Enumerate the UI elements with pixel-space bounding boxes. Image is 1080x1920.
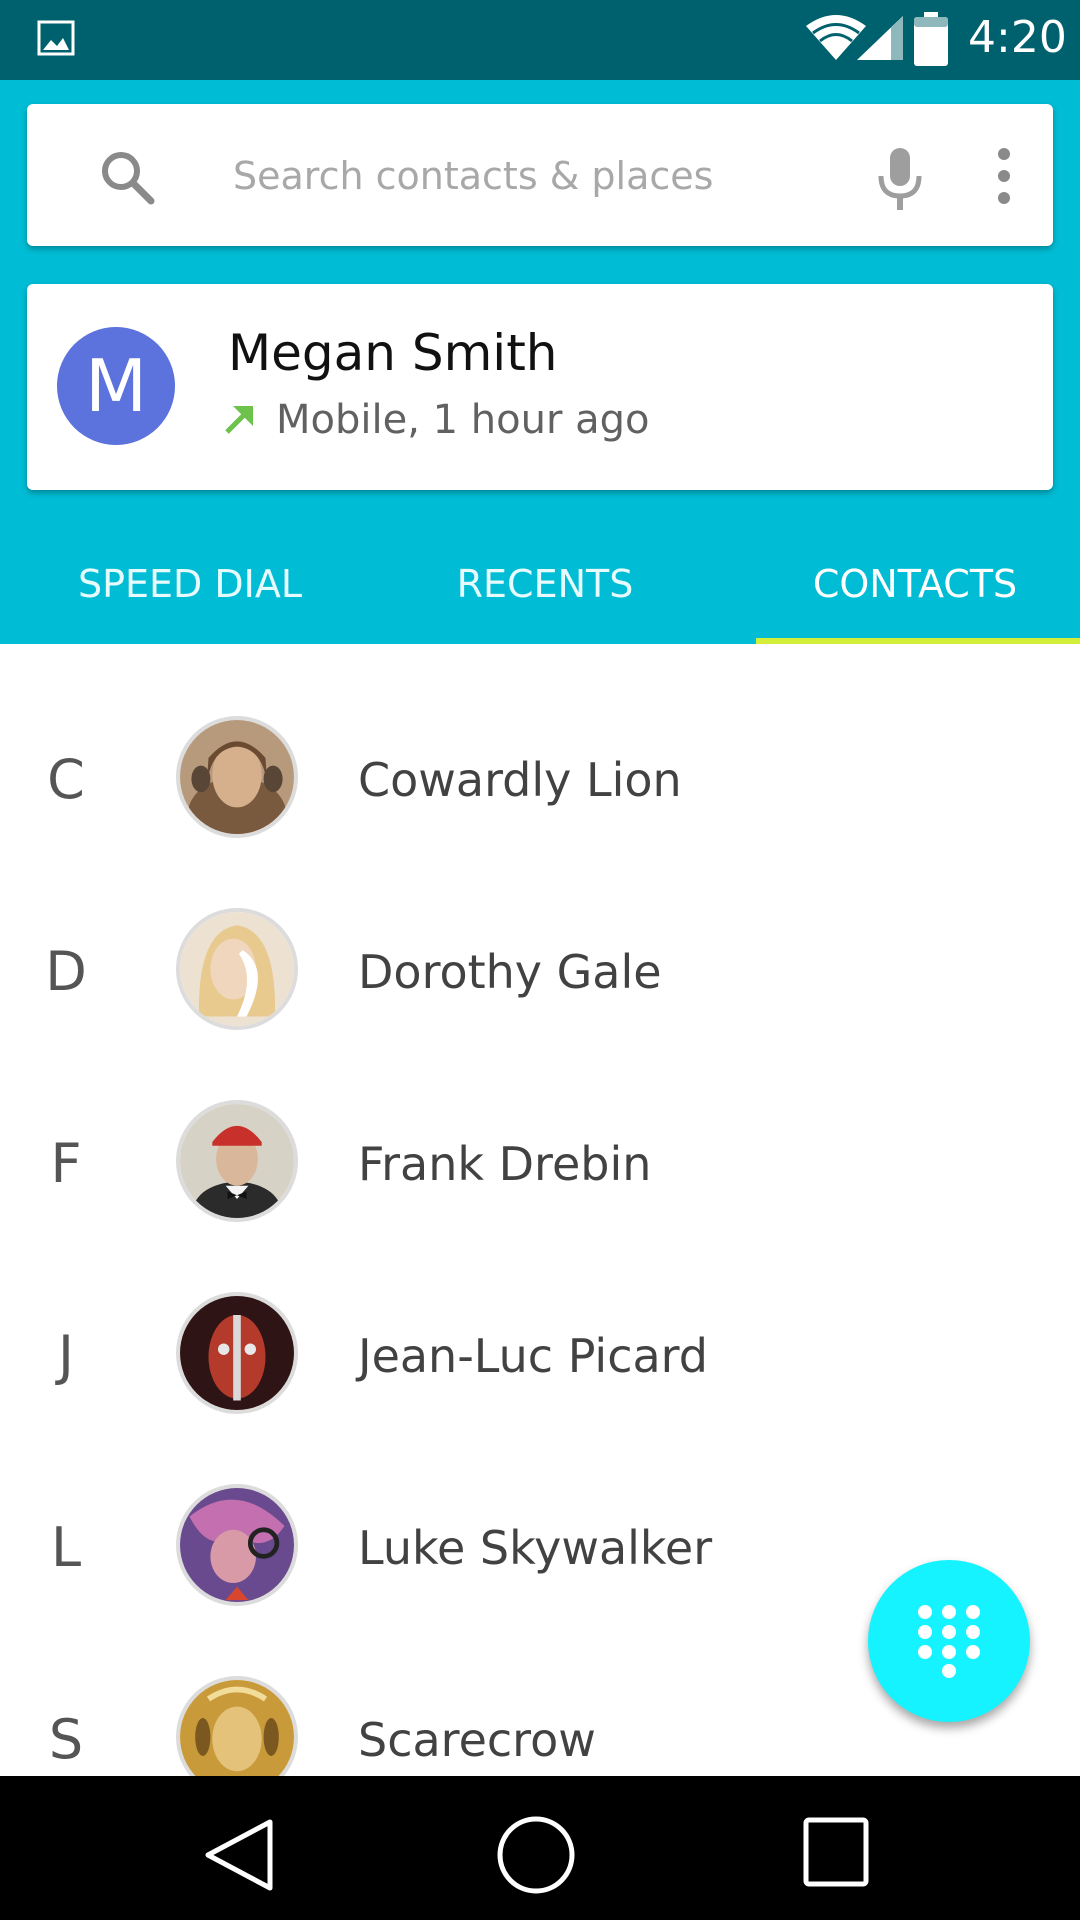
tab-recents[interactable]: RECENTS — [370, 530, 720, 644]
contact-photo — [176, 908, 298, 1030]
contact-row[interactable]: J Jean-Luc Picard — [0, 1260, 1080, 1452]
section-letter: L — [50, 1516, 82, 1579]
section-letter: S — [48, 1708, 84, 1771]
contact-row[interactable]: C Cowardly Lion — [0, 684, 1080, 876]
signal-icon — [857, 16, 903, 60]
recent-contact-name: Megan Smith — [228, 324, 558, 382]
search-icon[interactable] — [99, 149, 155, 205]
contact-photo — [176, 1292, 298, 1414]
contact-row[interactable]: F Frank Drebin — [0, 1068, 1080, 1260]
tab-bar: SPEED DIAL RECENTS CONTACTS — [0, 530, 1080, 644]
contact-name: Scarecrow — [358, 1713, 596, 1767]
mic-icon[interactable] — [875, 146, 925, 212]
navigation-bar — [0, 1776, 1080, 1920]
dialer-header: M Megan Smith Mobile, 1 hour ago SPEED D… — [0, 80, 1080, 644]
contact-avatar: M — [57, 327, 175, 445]
status-bar: 4:20 — [0, 0, 1080, 80]
outgoing-call-arrow-icon — [225, 406, 253, 434]
recent-apps-icon[interactable] — [802, 1816, 884, 1896]
section-letter: D — [45, 940, 87, 1003]
contact-photo — [176, 1676, 298, 1776]
search-bar[interactable] — [27, 104, 1053, 246]
contact-row[interactable]: D Dorothy Gale — [0, 876, 1080, 1068]
contact-photo — [176, 716, 298, 838]
contact-photo — [176, 1100, 298, 1222]
tab-speed-dial[interactable]: SPEED DIAL — [0, 530, 380, 644]
recent-call-card[interactable]: M Megan Smith Mobile, 1 hour ago — [27, 284, 1053, 490]
section-letter: C — [47, 748, 85, 811]
section-letter: F — [50, 1132, 82, 1195]
section-letter: J — [58, 1324, 74, 1387]
recent-call-detail: Mobile, 1 hour ago — [276, 397, 650, 443]
status-time: 4:20 — [968, 12, 1067, 63]
contact-name: Luke Skywalker — [358, 1521, 713, 1575]
gallery-icon — [37, 20, 75, 56]
contact-name: Frank Drebin — [358, 1137, 652, 1191]
dialpad-button[interactable] — [868, 1560, 1030, 1722]
contact-name: Dorothy Gale — [358, 945, 662, 999]
battery-icon — [914, 12, 948, 66]
back-icon[interactable] — [200, 1816, 278, 1894]
dialer-screen: 4:20 M Megan Smith — [0, 0, 1080, 1920]
home-icon[interactable] — [495, 1814, 577, 1896]
more-vert-icon[interactable] — [990, 146, 1018, 206]
tab-contacts[interactable]: CONTACTS — [750, 530, 1080, 644]
dialpad-icon — [918, 1605, 980, 1678]
search-input[interactable] — [231, 144, 825, 208]
contact-photo — [176, 1484, 298, 1606]
contact-name: Cowardly Lion — [358, 753, 682, 807]
contact-name: Jean-Luc Picard — [358, 1329, 708, 1383]
